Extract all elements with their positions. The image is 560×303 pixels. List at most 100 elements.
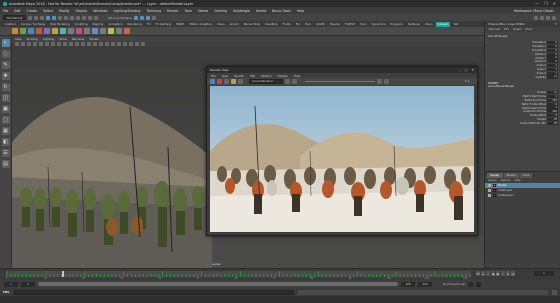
side-by-side-layout-icon[interactable]: ◧ [1,138,10,146]
camera-attributes-icon[interactable] [21,42,25,46]
shelf-tab-turtle[interactable]: TURTLE [343,22,358,27]
render-view-maximize-button[interactable]: □ [465,68,468,72]
crowd-entity-icon[interactable] [20,28,26,34]
menu-arnold[interactable]: Arnold [256,9,266,13]
channel-value[interactable]: on [547,75,558,79]
export-icon[interactable] [116,28,122,34]
panel-close-icon[interactable]: ✕ [555,22,557,26]
render-view-zoom[interactable]: 1:1 [465,80,477,83]
scale-tool-icon[interactable]: ◫ [1,94,10,102]
rendering-attributes-icon[interactable] [84,28,90,34]
shelf-tab-muscle[interactable]: Muscle [328,22,342,27]
script-language-toggle[interactable]: MEL [3,290,10,294]
shape-channel-row[interactable]: Output Particles (PP) off [485,121,560,125]
shelf-tab-mash[interactable]: MASH [174,22,186,27]
current-frame-field[interactable]: 1 [534,271,554,276]
shelf-tab-curves[interactable]: Curves / Surfaces [19,22,48,27]
play-backward-icon[interactable]: ◀ [491,271,495,276]
single-view-layout-icon[interactable]: ▢ [1,116,10,124]
tool-settings-icon[interactable] [546,15,550,20]
redo-previous-render-icon[interactable] [210,79,215,84]
hypershade-icon[interactable] [151,15,156,20]
shelf-tab-sculpting[interactable]: Sculpting [73,22,90,27]
safe-title-icon[interactable] [75,42,79,46]
shelf-tab-surfaces[interactable]: Surfaces [406,22,422,27]
selected-object-name[interactable]: LanceFrenes3 [485,34,560,38]
shelf-tab-motion-graphics[interactable]: Motion Graphics [187,22,214,27]
close-button[interactable]: ✕ [553,1,556,6]
isolate-select-icon[interactable] [135,42,139,46]
ipr-render-icon[interactable] [139,15,144,20]
layer-visibility-icon[interactable] [488,184,491,187]
shelf-tab-animation[interactable]: Animation [106,22,124,27]
snap-grid-icon[interactable] [76,15,81,20]
menu-stereo[interactable]: Stereo [198,9,208,13]
shelf-tab-fx[interactable]: FX [145,22,153,27]
anti-aliasing-icon[interactable] [129,42,133,46]
graph-editor-layout-icon[interactable]: ▤ [1,160,10,168]
select-tool-icon[interactable]: ↖ [1,39,10,47]
rv-menu-view[interactable]: View [222,74,229,78]
display-alpha-icon[interactable] [292,79,297,84]
new-scene-icon[interactable] [28,15,33,20]
rv-menu-ipr[interactable]: IPR [250,74,254,78]
shelf-tab-polygons[interactable]: Polygons [388,22,404,27]
menu-select[interactable]: Select [43,9,53,13]
ambient-occlusion-icon[interactable] [117,42,121,46]
vector-field-icon[interactable] [108,28,114,34]
shelf-tab-rigging[interactable]: Rigging [91,22,106,27]
wireframe-on-shaded-icon[interactable] [93,42,97,46]
shelf-tab-xgen[interactable]: XGen [215,22,227,27]
shelf-tab-fluids[interactable]: Fluids [281,22,293,27]
crowd-manager-icon[interactable] [12,28,18,34]
film-gate-icon[interactable] [45,42,49,46]
animation-start-field[interactable]: 1 [4,281,18,287]
resolution-gate-icon[interactable] [51,42,55,46]
select-object-icon[interactable] [64,15,69,20]
viewport-menu-view[interactable]: View [15,37,22,41]
render-view-window[interactable]: Render View – □ ✕ File View Render IPR O… [206,66,478,236]
render-settings-icon[interactable] [145,15,150,20]
keep-image-icon[interactable] [377,79,382,84]
animation-end-field[interactable]: 120 [418,281,432,287]
menu-edit[interactable]: Edit [14,9,20,13]
gate-mask-icon[interactable] [57,42,61,46]
rv-menu-file[interactable]: File [211,74,216,78]
save-scene-icon[interactable] [40,15,45,20]
population-tool-icon[interactable] [28,28,34,34]
snap-point-icon[interactable] [88,15,93,20]
layer-color-swatch[interactable] [493,184,496,187]
field-chart-icon[interactable] [63,42,67,46]
use-all-lights-icon[interactable] [105,42,109,46]
layer-color-swatch[interactable] [493,194,496,197]
render-view-minimize-button[interactable]: – [459,68,461,72]
shelf-tab-fx-caching[interactable]: FX Caching [153,22,173,27]
animation-preferences-icon[interactable] [476,281,482,287]
snap-surface-icon[interactable] [94,15,99,20]
command-input[interactable] [13,289,294,295]
layer-menu-layers[interactable]: Layers [488,179,497,182]
smooth-shade-icon[interactable] [87,42,91,46]
safe-action-icon[interactable] [69,42,73,46]
wireframe-icon[interactable] [81,42,85,46]
channel-box-icon[interactable] [552,15,556,20]
viewport-menu-lighting[interactable]: Lighting [43,37,54,41]
step-forward-frame-icon[interactable]: › [501,271,505,276]
lasso-tool-icon[interactable]: ◌ [1,50,10,58]
menu-texturing[interactable]: Texturing [146,9,161,13]
shadows-icon[interactable] [111,42,115,46]
live-surface-label[interactable]: No Live Surface [108,16,132,20]
outliner-layout-icon[interactable]: ☰ [1,149,10,157]
grid-toggle-icon[interactable] [39,42,43,46]
auto-key-icon[interactable] [468,281,474,287]
menu-lighting-shading[interactable]: Lighting/Shading [114,9,141,13]
shelf-tab-rendering[interactable]: Rendering [126,22,144,27]
rv-menu-help[interactable]: Help [294,74,300,78]
xray-icon[interactable] [141,42,145,46]
cb-menu-show[interactable]: Show [525,28,532,31]
move-tool-icon[interactable]: ✥ [1,72,10,80]
snap-curve-icon[interactable] [82,15,87,20]
layer-color-swatch[interactable] [493,189,496,192]
shelf-tab-xgen2[interactable]: XGen [423,22,435,27]
terrain-icon[interactable] [52,28,58,34]
